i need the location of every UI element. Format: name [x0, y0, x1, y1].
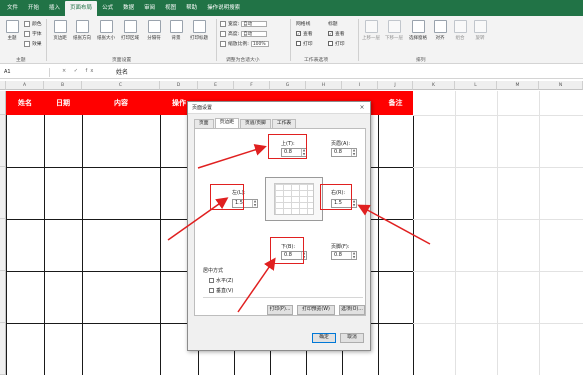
- arrow-to-right-margin: [357, 204, 431, 245]
- arrow-to-bottom-margin: [237, 257, 276, 313]
- arrow-to-left-margin: [167, 197, 229, 241]
- annotation-arrows: [167, 144, 431, 313]
- arrow-to-top-margin: [197, 144, 267, 169]
